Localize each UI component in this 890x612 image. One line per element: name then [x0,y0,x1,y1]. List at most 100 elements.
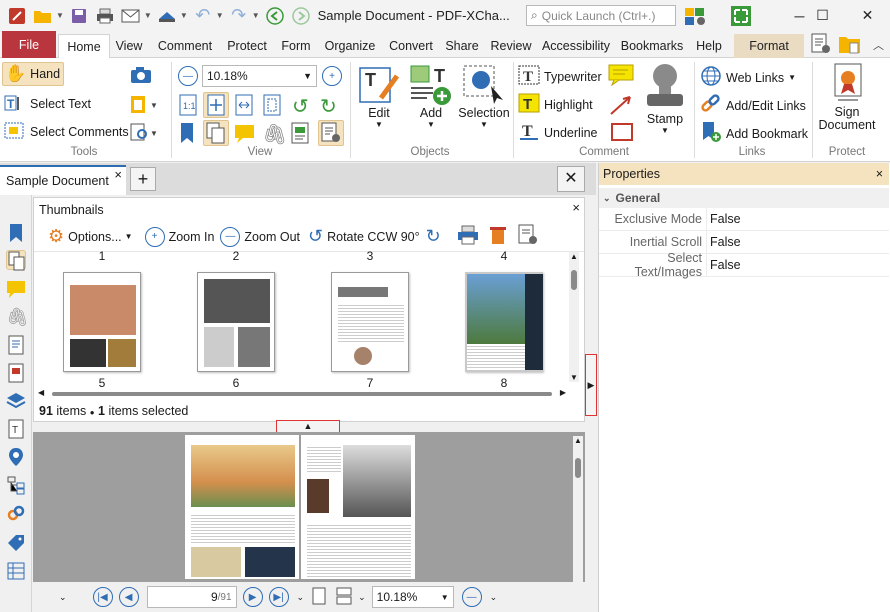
rotate-cw-icon[interactable]: ↻ [426,226,441,247]
arrow-tool-icon[interactable] [608,94,634,119]
options-button[interactable]: ⚙ Options... ▼ [48,226,133,247]
page-number-input[interactable]: 9/91 [146,586,237,608]
document-tab[interactable]: Sample Document × [0,165,126,195]
back-icon[interactable] [264,6,286,26]
document-viewer[interactable]: ▲ [33,432,585,582]
thumbnails-close[interactable]: × [572,200,580,215]
tab-share[interactable]: Share [442,34,482,58]
rotate-right-icon[interactable]: ↻ [320,94,337,119]
zoom-select[interactable]: 10.18% ▼ [202,65,317,87]
delete-pages-icon[interactable] [489,225,507,248]
tab-view[interactable]: View [112,34,146,58]
last-page-icon[interactable]: ▶| [268,587,289,607]
actual-size-icon[interactable]: 1:1 [178,94,198,119]
scan-icon[interactable] [156,6,178,26]
fullscreen-icon[interactable] [730,5,752,27]
zoom-in-button[interactable]: + Zoom In [144,226,214,247]
tab-accessibility[interactable]: Accessibility [540,34,612,58]
ui-options-icon[interactable] [684,5,714,27]
fit-visible-icon[interactable] [262,94,282,119]
thumbnails-scrollbar[interactable]: ▲ ▼ [569,252,579,382]
highlight-button[interactable]: T Highlight [518,93,593,116]
order-icon[interactable] [6,561,26,581]
zoom-out-icon[interactable]: — [461,587,482,607]
save-icon[interactable] [68,6,90,26]
quick-launch-input[interactable]: ⌕ Quick Launch (Ctrl+.) [526,5,676,26]
previous-page-icon[interactable]: ◀ [118,587,139,607]
property-row[interactable]: Select Text/Images False [599,251,889,279]
bookmarks-icon[interactable] [6,223,26,243]
page-thumbnail[interactable] [331,272,409,372]
page-properties-icon[interactable] [517,224,539,249]
content-icon[interactable] [6,363,26,383]
page-thumbnail-selected[interactable] [465,272,543,372]
sticky-note-icon[interactable] [608,64,634,89]
chevron-down-icon[interactable]: ⌄ [490,592,498,603]
content-panel-icon[interactable] [290,122,310,147]
add-button[interactable]: T Add ▼ [406,62,456,129]
continuous-page-icon[interactable] [336,587,352,608]
collapse-ribbon-icon[interactable]: ︿ [873,37,884,53]
zoom-out-button[interactable]: — Zoom Out [220,226,300,247]
destinations-icon[interactable]: T [6,419,26,439]
comments-panel-icon[interactable] [234,122,256,147]
web-links-button[interactable]: Web Links ▼ [700,65,796,90]
layers-icon[interactable] [6,391,26,411]
bookmarks-panel-icon[interactable] [178,122,196,147]
edit-button[interactable]: T Edit ▼ [354,62,404,129]
select-text-button[interactable]: T Select Text [4,94,91,114]
property-value[interactable]: False [706,253,741,277]
snapshot-icon[interactable] [130,66,152,87]
clipboard-icon[interactable]: ▼ [130,94,160,117]
single-page-icon[interactable] [312,587,326,608]
print-pages-icon[interactable] [457,225,479,248]
email-icon[interactable] [120,6,142,26]
links-icon[interactable] [6,503,26,523]
rotate-left-icon[interactable]: ↺ [292,94,309,119]
tags-icon[interactable] [6,533,26,553]
undo-icon[interactable]: ↶ [192,5,214,26]
find-icon[interactable]: ▼ [130,122,160,145]
add-bookmark-button[interactable]: Add Bookmark [700,121,808,146]
tab-bookmarks[interactable]: Bookmarks [618,34,686,58]
tab-format[interactable]: Format [734,34,804,58]
next-page-icon[interactable]: ▶ [242,587,263,607]
print-icon[interactable] [94,6,116,26]
tab-organize[interactable]: Organize [320,34,380,58]
tab-comment[interactable]: Comment [152,34,218,58]
document-properties-icon[interactable] [810,33,832,58]
property-value[interactable]: False [706,207,741,231]
properties-section[interactable]: ⌄ General [599,188,889,208]
typewriter-button[interactable]: T Typewriter [518,65,602,88]
attachments-icon[interactable]: 🖇 [6,307,29,327]
rotate-ccw-button[interactable]: ↺ Rotate CCW 90° [308,226,420,247]
select-comments-button[interactable]: Select Comments [4,122,129,142]
new-tab-button[interactable]: + [130,167,156,191]
thumbnails-hscrollbar[interactable]: ◀ ▶ [38,388,566,398]
properties-panel-icon[interactable] [318,120,344,146]
property-row[interactable]: Exclusive Mode False [599,207,889,231]
location-icon[interactable] [6,447,26,467]
comments-icon[interactable] [6,279,26,299]
selection-button[interactable]: Selection ▼ [456,62,512,129]
properties-close[interactable]: × [876,167,883,181]
fit-page-icon[interactable] [203,92,229,118]
chevron-down-icon[interactable]: ⌄ [358,592,366,603]
rectangle-tool-icon[interactable] [610,122,634,145]
forward-icon[interactable] [290,6,312,26]
collapse-properties-handle[interactable]: ▶ [585,354,597,416]
chevron-down-icon[interactable]: ⌄ [59,592,67,603]
first-page-icon[interactable]: |◀ [92,587,113,607]
stamp-button[interactable]: Stamp ▼ [640,62,690,135]
fit-width-icon[interactable] [234,94,254,119]
open-folder-icon[interactable] [32,6,54,26]
add-edit-links-button[interactable]: Add/Edit Links [700,93,806,118]
redo-icon[interactable]: ↷ [228,5,250,26]
zoom-out-icon[interactable]: — [178,66,198,86]
structure-icon[interactable] [6,475,26,495]
tab-convert[interactable]: Convert [384,34,438,58]
close-button[interactable]: ✕ [845,0,890,31]
open-files-icon[interactable] [838,33,862,58]
zoom-in-icon[interactable]: + [322,66,342,86]
tab-review[interactable]: Review [486,34,536,58]
